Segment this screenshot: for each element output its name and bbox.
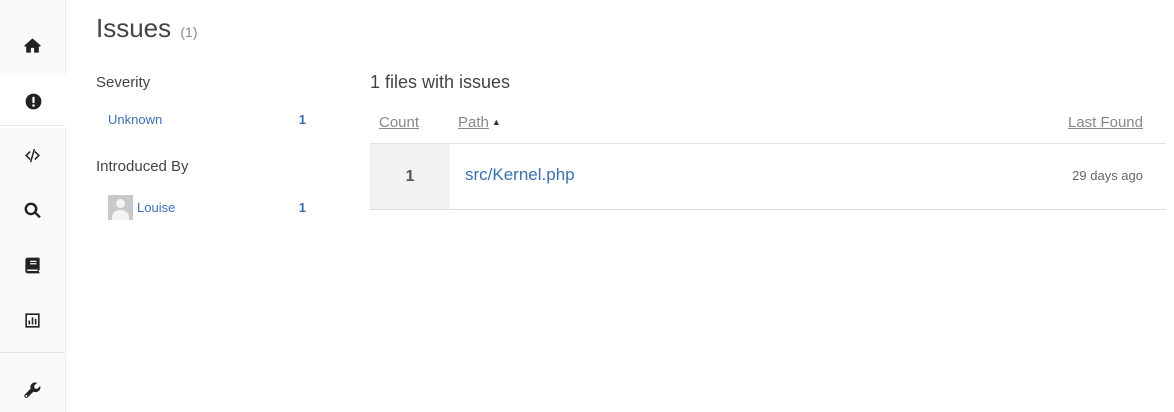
last-found-cell: 29 days ago xyxy=(1072,168,1143,183)
code-icon xyxy=(25,148,40,162)
results-heading: 1 files with issues xyxy=(370,72,511,92)
sidebar-divider xyxy=(0,125,65,126)
table-divider xyxy=(370,143,1166,144)
filter-item-user: Louise xyxy=(108,194,176,220)
row-count-cell: 1 xyxy=(370,144,450,209)
column-header-path[interactable]: Path ▲ xyxy=(458,114,501,131)
sidebar-item-search[interactable] xyxy=(0,183,65,237)
column-header-path-label: Path xyxy=(458,114,489,131)
avatar xyxy=(108,194,133,220)
sidebar-item-reports[interactable] xyxy=(0,293,65,347)
filter-item-count: 1 xyxy=(298,199,306,215)
sidebar-item-home[interactable] xyxy=(0,18,65,72)
sidebar-item-code[interactable] xyxy=(0,128,65,182)
filter-item-label: Louise xyxy=(137,199,176,215)
severity-filter-item-unknown[interactable]: Unknown 1 xyxy=(108,108,306,130)
column-header-last-found[interactable]: Last Found xyxy=(1068,114,1143,131)
sidebar-item-settings[interactable] xyxy=(0,363,65,412)
exclamation-circle-icon xyxy=(25,93,41,109)
column-header-count[interactable]: Count xyxy=(379,114,419,131)
sidebar-item-docs[interactable] xyxy=(0,238,65,292)
file-path-link[interactable]: src/Kernel.php xyxy=(465,165,575,185)
sidebar-nav xyxy=(0,0,66,412)
bar-chart-icon xyxy=(25,312,40,328)
sidebar-item-issues[interactable] xyxy=(0,74,66,128)
book-icon xyxy=(25,257,40,273)
page-title-text: Issues xyxy=(96,13,172,43)
search-icon xyxy=(24,202,41,218)
page-title: Issues (1) xyxy=(96,13,198,44)
sidebar-divider xyxy=(0,352,65,353)
wrench-icon xyxy=(24,381,41,398)
issue-count: (1) xyxy=(180,24,198,40)
filter-item-label: Unknown xyxy=(108,111,163,127)
introduced-by-filter-heading: Introduced By xyxy=(96,158,189,175)
filter-item-count: 1 xyxy=(298,111,306,127)
table-divider xyxy=(370,209,1166,210)
home-icon xyxy=(24,37,41,53)
severity-filter-heading: Severity xyxy=(96,74,151,91)
sort-ascending-icon: ▲ xyxy=(491,117,501,127)
introduced-by-filter-item-louise[interactable]: Louise 1 xyxy=(108,192,306,222)
